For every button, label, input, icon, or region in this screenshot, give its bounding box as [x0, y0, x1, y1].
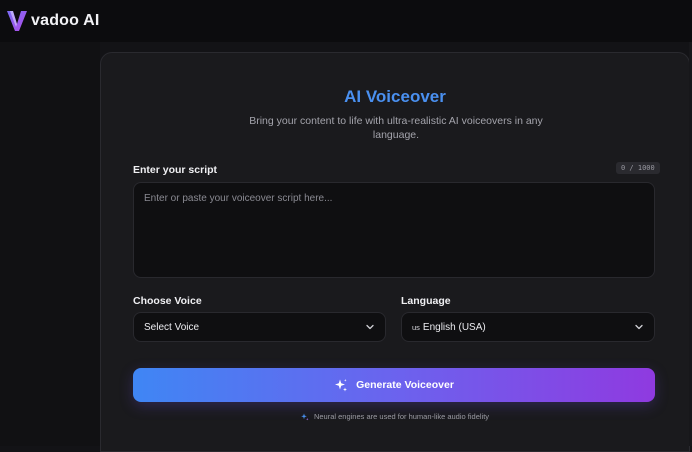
generate-button-label: Generate Voiceover — [356, 379, 454, 391]
page-subtitle: Bring your content to life with ultra-re… — [249, 115, 543, 141]
brand-logo[interactable]: vadoo AI — [6, 9, 100, 33]
sparkles-icon — [301, 413, 309, 420]
voice-select-value: Select Voice — [144, 321, 200, 333]
voice-label: Choose Voice — [133, 295, 202, 307]
us-flag-icon: us — [412, 322, 420, 332]
brand-name: vadoo AI — [31, 12, 100, 29]
page-title: AI Voiceover — [344, 87, 446, 106]
sparkles-icon — [335, 379, 348, 392]
voiceover-panel: AI Voiceover Bring your content to life … — [100, 52, 690, 452]
language-select-value: us English (USA) — [412, 322, 634, 333]
language-label: Language — [401, 295, 451, 307]
chevron-down-icon — [635, 324, 643, 330]
script-input[interactable] — [133, 182, 655, 278]
left-sidebar — [0, 42, 100, 446]
language-select[interactable]: us English (USA) — [401, 312, 655, 342]
generate-voiceover-button[interactable]: Generate Voiceover — [133, 368, 655, 402]
voice-select[interactable]: Select Voice — [133, 312, 386, 342]
character-counter: 0 / 1000 — [616, 162, 660, 174]
chevron-down-icon — [366, 324, 374, 330]
script-label: Enter your script — [133, 164, 218, 176]
footnote-text: Neural engines are used for human-like a… — [313, 412, 490, 421]
footnote: Neural engines are used for human-like a… — [101, 412, 689, 421]
vadoo-logo-icon — [7, 11, 27, 31]
top-bar: vadoo AI — [0, 0, 692, 42]
language-name: English (USA) — [422, 321, 486, 333]
